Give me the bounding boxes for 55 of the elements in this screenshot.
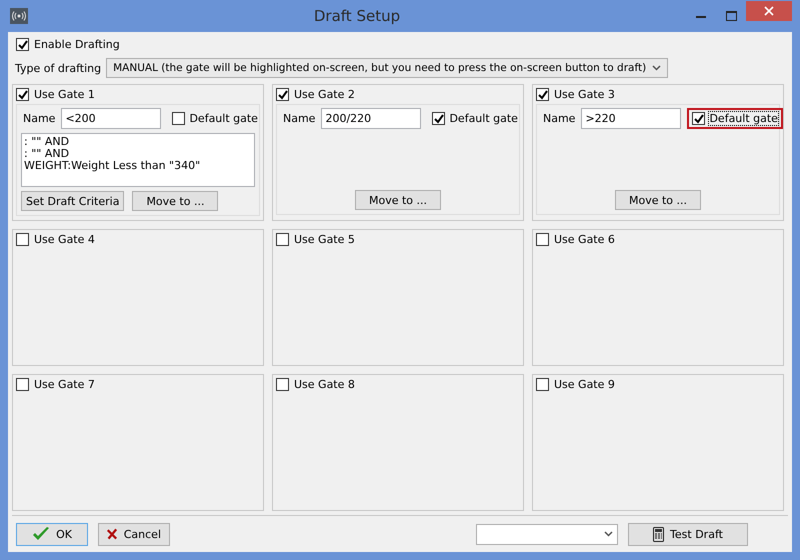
close-button[interactable] xyxy=(746,1,792,21)
app-icon xyxy=(10,8,28,24)
checkbox[interactable] xyxy=(276,378,289,391)
checkbox-label: Use Gate 1 xyxy=(34,88,95,101)
cancel-button[interactable]: Cancel xyxy=(98,522,170,546)
drafting-type-dropdown[interactable]: MANUAL (the gate will be highlighted on-screen, but you need to press the on-screen button to draft) xyxy=(106,58,668,78)
move-to-button[interactable]: Move to ... xyxy=(355,190,441,210)
maximize-icon[interactable] xyxy=(726,11,736,21)
test-draft-button[interactable]: Test Draft xyxy=(628,522,748,546)
checkbox[interactable] xyxy=(536,233,549,246)
set-criteria-button[interactable]: Set Draft Criteria xyxy=(21,191,124,211)
checkbox-label: Use Gate 6 xyxy=(554,233,615,246)
checkbox-label: Default gate xyxy=(189,112,258,125)
window-title: Draft Setup xyxy=(312,7,402,25)
checkbox-label: Use Gate 2 xyxy=(294,88,355,101)
checkbox[interactable] xyxy=(536,378,549,391)
field-label: Name xyxy=(283,112,316,125)
checkbox[interactable] xyxy=(16,233,29,246)
checkbox-label: Enable Drafting xyxy=(34,38,120,51)
name-field[interactable]: >220 xyxy=(581,108,682,129)
checkbox-label: Use Gate 4 xyxy=(34,233,95,246)
field-label: Type of drafting xyxy=(15,62,102,74)
criteria-line: WEIGHT:Weight Less than "340" xyxy=(24,160,202,172)
checkbox[interactable] xyxy=(692,112,706,125)
close-icon xyxy=(764,6,774,16)
checkbox-label: Use Gate 9 xyxy=(554,378,615,391)
criteria-line: : "" AND xyxy=(24,136,70,148)
checkmark-icon xyxy=(32,526,50,542)
checkbox-label: Use Gate 3 xyxy=(554,88,615,101)
checkbox-label: Use Gate 5 xyxy=(294,233,355,246)
chevron-down-icon xyxy=(652,65,662,71)
ok-button[interactable]: OK xyxy=(16,522,88,546)
chevron-down-icon xyxy=(604,531,613,537)
field-label: Name xyxy=(543,112,576,125)
checkbox[interactable] xyxy=(432,112,446,125)
checkbox[interactable] xyxy=(276,88,289,101)
move-to-button[interactable]: Move to ... xyxy=(132,191,218,211)
checkbox[interactable] xyxy=(276,233,289,246)
checkbox-label: Use Gate 8 xyxy=(294,378,355,391)
calculator-icon xyxy=(653,526,664,542)
checkbox[interactable] xyxy=(16,378,29,391)
move-to-button[interactable]: Move to ... xyxy=(615,190,701,210)
checkbox[interactable] xyxy=(16,38,29,51)
checkbox-label: Default gate xyxy=(449,112,518,125)
checkbox-label: Use Gate 7 xyxy=(34,378,95,391)
minimize-icon[interactable] xyxy=(696,14,706,18)
name-field[interactable]: 200/220 xyxy=(321,108,422,129)
checkbox[interactable] xyxy=(536,88,549,101)
field-label: Name xyxy=(23,112,56,125)
checkbox[interactable] xyxy=(16,88,29,101)
checkbox-label: Default gate xyxy=(709,112,778,125)
criteria-line: : "" AND xyxy=(24,148,70,160)
cross-icon xyxy=(107,527,118,541)
checkbox[interactable] xyxy=(172,112,186,125)
name-field[interactable]: <200 xyxy=(61,108,162,129)
